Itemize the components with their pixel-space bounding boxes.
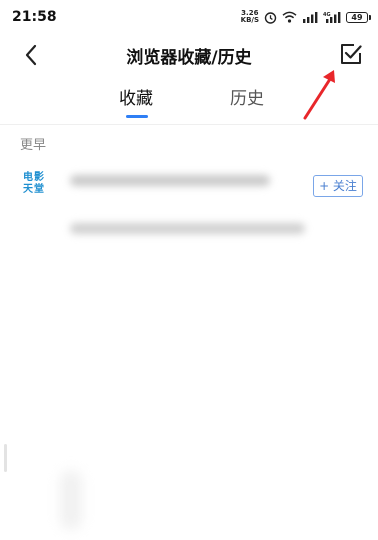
signal-icon — [303, 12, 318, 23]
site-logo-line1: 电影 — [23, 172, 45, 183]
signal-4g-icon: 4G — [323, 12, 341, 23]
wifi-icon — [282, 11, 297, 23]
status-bar: 21:58 3.26 KB/S 4G 49 — [0, 0, 378, 34]
blurred-url — [70, 223, 305, 234]
edge-mark — [4, 444, 7, 472]
battery-level: 49 — [351, 12, 363, 22]
active-tab-indicator — [126, 115, 148, 118]
divider — [0, 124, 378, 125]
status-time: 21:58 — [12, 9, 57, 25]
site-logo-line2: 天堂 — [23, 184, 45, 195]
tab-history[interactable]: 历史 — [230, 84, 264, 109]
follow-button[interactable]: + 关注 — [313, 175, 363, 197]
network-speed: 3.26 KB/S — [241, 10, 259, 24]
battery-icon: 49 — [346, 11, 371, 23]
alarm-icon — [264, 11, 277, 24]
status-icons: 3.26 KB/S 4G 49 — [241, 10, 371, 24]
site-logo: 电影 天堂 — [23, 172, 49, 200]
svg-text:4G: 4G — [323, 12, 331, 18]
list-item[interactable]: 电影 天堂 + 关注 — [0, 160, 378, 255]
tab-bar: 收藏 历史 — [0, 84, 378, 120]
network-speed-unit: KB/S — [240, 16, 259, 24]
blurred-title — [70, 175, 270, 186]
section-label-earlier: 更早 — [20, 138, 47, 153]
background-artifact — [60, 470, 82, 530]
tab-favorites[interactable]: 收藏 — [119, 84, 153, 109]
